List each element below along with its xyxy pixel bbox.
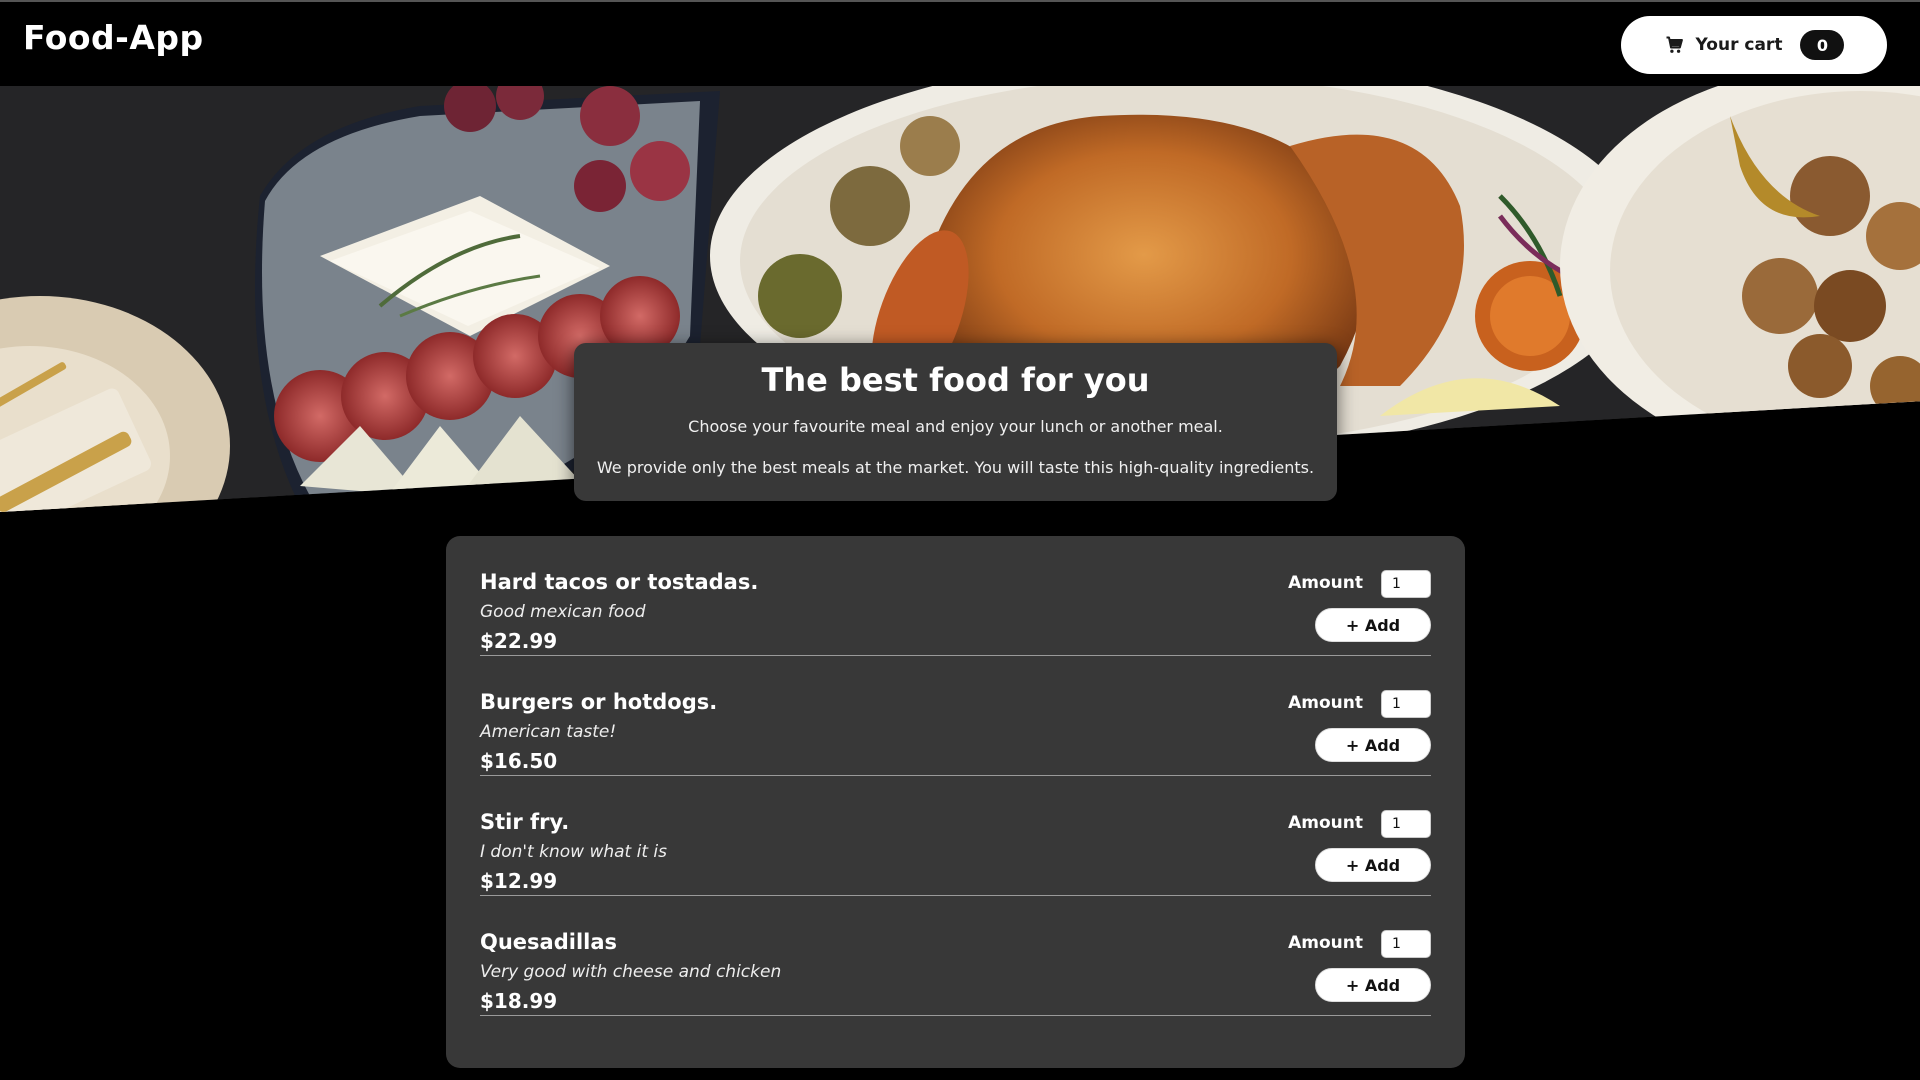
amount-label: Amount: [1288, 813, 1363, 833]
meal-description: American taste!: [480, 722, 617, 742]
meal-description: I don't know what it is: [480, 842, 667, 862]
add-to-cart-button[interactable]: + Add: [1315, 608, 1431, 642]
meal-price: $12.99: [480, 869, 558, 893]
intro-quality-note: We provide only the best meals at the ma…: [596, 458, 1315, 477]
cart-button[interactable]: Your cart 0: [1621, 16, 1887, 74]
amount-label: Amount: [1288, 573, 1363, 593]
meal-name: Stir fry.: [480, 810, 570, 834]
meal-description: Very good with cheese and chicken: [480, 962, 782, 982]
meal-description: Good mexican food: [480, 602, 646, 622]
intro-title: The best food for you: [761, 361, 1150, 399]
meal-name: Quesadillas: [480, 930, 618, 954]
meal-item: Hard tacos or tostadas. Good mexican foo…: [480, 536, 1431, 656]
meal-price: $16.50: [480, 749, 558, 773]
meal-price: $22.99: [480, 629, 558, 653]
amount-label: Amount: [1288, 933, 1363, 953]
cart-count-badge: 0: [1800, 30, 1845, 60]
meal-item: Burgers or hotdogs. American taste! $16.…: [480, 656, 1431, 776]
amount-label: Amount: [1288, 693, 1363, 713]
meals-list: Hard tacos or tostadas. Good mexican foo…: [446, 536, 1465, 1068]
amount-input[interactable]: [1381, 690, 1431, 718]
meal-name: Hard tacos or tostadas.: [480, 570, 759, 594]
meal-price: $18.99: [480, 989, 558, 1013]
intro-description: Choose your favourite meal and enjoy you…: [688, 417, 1223, 436]
intro-card: The best food for you Choose your favour…: [574, 343, 1337, 501]
amount-input[interactable]: [1381, 810, 1431, 838]
shopping-cart-icon: [1664, 35, 1684, 55]
cart-label: Your cart: [1695, 35, 1783, 55]
add-to-cart-button[interactable]: + Add: [1315, 968, 1431, 1002]
meal-name: Burgers or hotdogs.: [480, 690, 718, 714]
meal-item: Quesadillas Very good with cheese and ch…: [480, 896, 1431, 1016]
add-to-cart-button[interactable]: + Add: [1315, 728, 1431, 762]
add-to-cart-button[interactable]: + Add: [1315, 848, 1431, 882]
app-header: Food-App Your cart 0: [0, 2, 1920, 86]
meal-item: Stir fry. I don't know what it is $12.99…: [480, 776, 1431, 896]
amount-input[interactable]: [1381, 570, 1431, 598]
app-logo: Food-App: [23, 18, 204, 57]
amount-input[interactable]: [1381, 930, 1431, 958]
